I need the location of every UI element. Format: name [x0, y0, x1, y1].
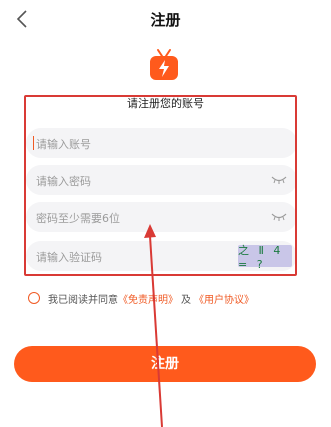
agree-radio[interactable] [28, 292, 40, 304]
register-button[interactable]: 注册 [14, 346, 316, 382]
page-title: 注册 [150, 11, 181, 29]
agreement-row: 我已阅读并同意 《免责声明》 及 《用户协议》 [28, 290, 254, 306]
agreement-and: 及 [181, 294, 191, 306]
header-bar: 注册 [0, 0, 331, 40]
tv-lightning-icon [150, 49, 178, 80]
annotation-highlight-box [24, 95, 297, 276]
user-agreement-link[interactable]: 《用户协议》 [194, 291, 254, 306]
disclaimer-link[interactable]: 《免责声明》 [118, 291, 178, 306]
agreement-prefix: 我已阅读并同意 [48, 294, 118, 306]
